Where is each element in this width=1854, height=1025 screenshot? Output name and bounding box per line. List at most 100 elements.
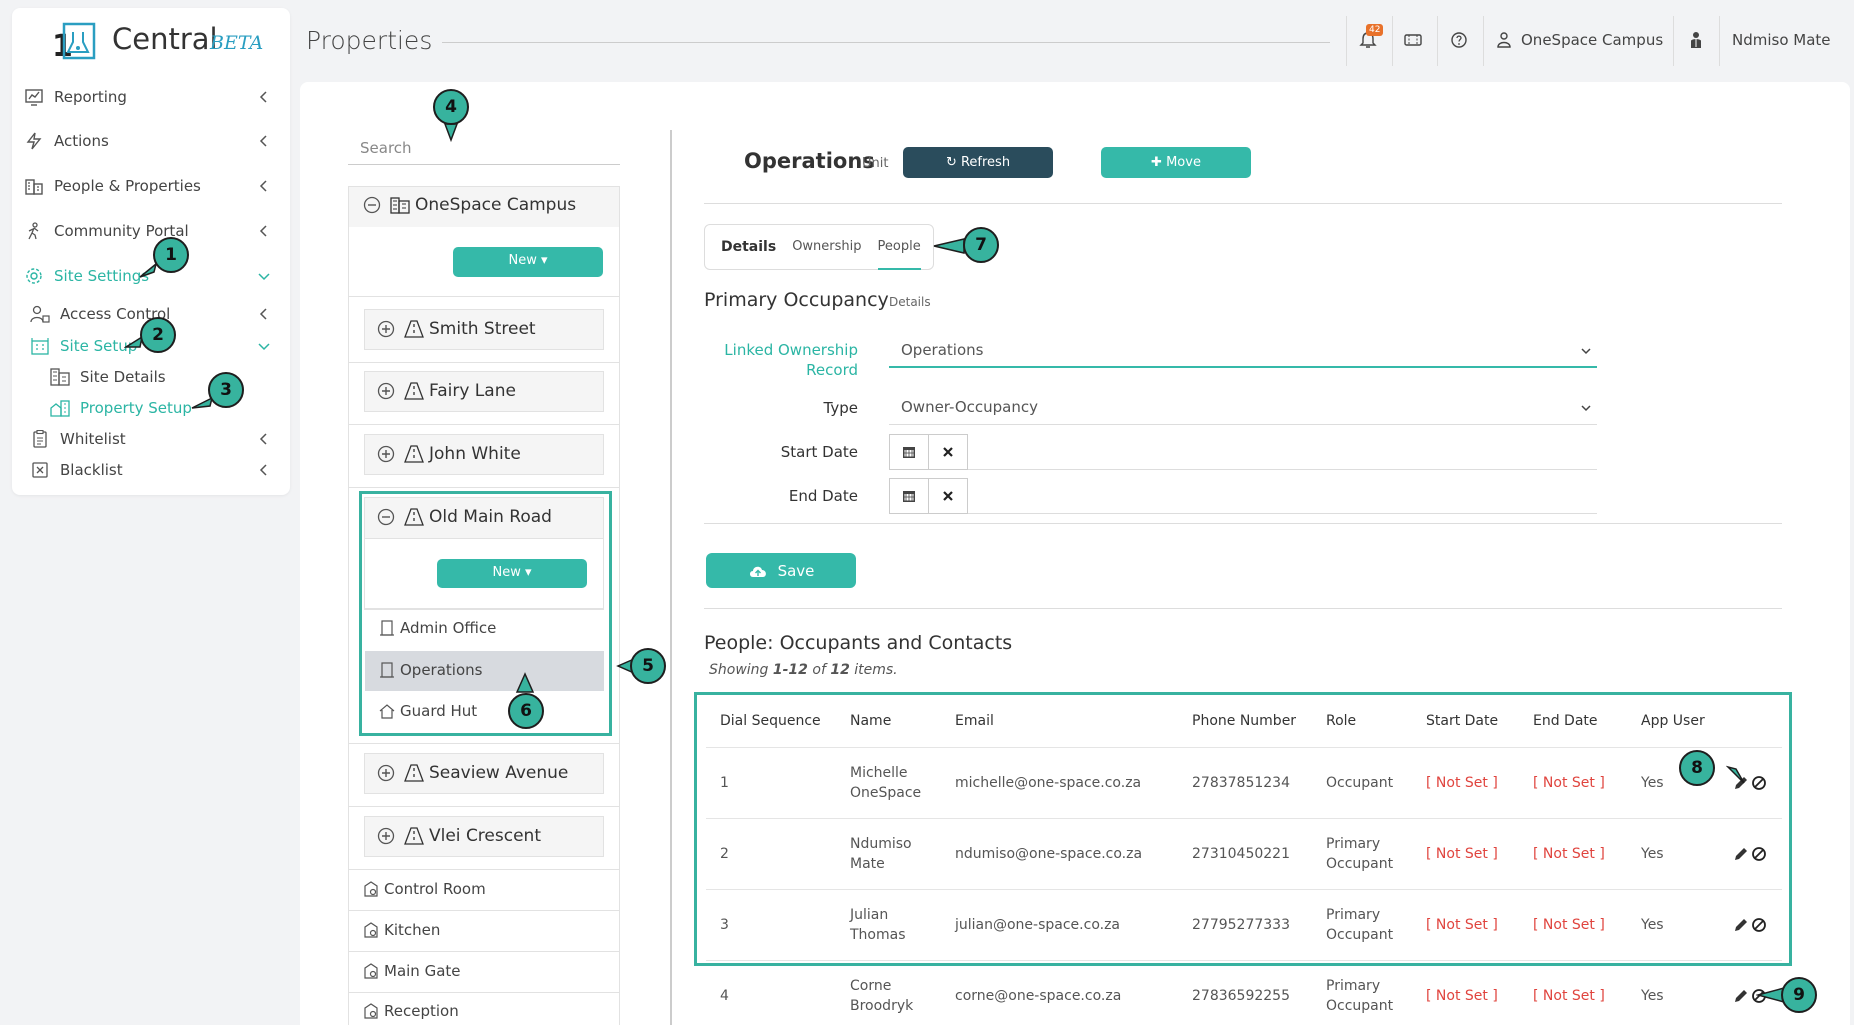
end-date-calendar-button[interactable] [889,478,929,514]
help-icon[interactable] [1449,30,1469,50]
save-button[interactable]: Save [706,553,856,588]
tree-node-label: Seaview Avenue [429,763,569,783]
x-box-icon [30,460,50,480]
column-divider [670,130,672,1025]
type-value: Owner-Occupancy [901,398,1038,416]
sidebar-item-label: People & Properties [54,177,201,195]
chevron-left-icon [259,464,267,476]
close-icon [943,491,953,501]
lightning-icon [24,131,44,151]
road-icon [404,445,424,463]
chevron-left-icon [259,308,267,320]
user-name[interactable]: Ndmiso Mate [1732,31,1831,49]
showing-range: 1-12 [772,662,808,678]
callout-pointer [1726,765,1745,784]
end-date-label: End Date [788,487,858,505]
end-date-input[interactable] [968,513,1597,514]
tab-ownership[interactable]: Ownership [792,224,861,270]
close-icon [943,447,953,457]
tree-node-john-white[interactable]: John White [364,434,604,475]
road-icon [404,320,424,338]
header-separator [1392,16,1393,66]
road-icon [404,764,424,782]
callout-marker: 8 [1679,750,1715,786]
collapse-icon[interactable] [363,196,381,214]
tree-divider [348,743,620,744]
cell-name-line2: Broodryk [850,998,914,1014]
sidebar-item-label: Site Details [80,368,166,386]
tree-leaf-kitchen[interactable]: Kitchen [362,921,440,939]
tree-search-input[interactable]: Search [348,135,620,165]
cell-end-date: [ Not Set ] [1533,988,1605,1004]
cell-seq: 4 [720,988,729,1004]
chevron-left-icon [259,225,267,237]
expand-icon[interactable] [377,827,395,845]
sidebar-item-community-portal[interactable]: Community Portal [24,215,274,247]
expand-icon[interactable] [377,382,395,400]
tree-node-seaview-avenue[interactable]: Seaview Avenue [364,753,604,794]
expand-icon[interactable] [377,764,395,782]
type-select[interactable]: Owner-Occupancy [889,391,1597,425]
tree-leaf-reception[interactable]: Reception [362,1002,459,1020]
tab-people[interactable]: People [877,224,921,270]
cell-name-line1: Corne [850,978,892,994]
ticket-icon[interactable] [1403,30,1423,50]
sidebar-item-blacklist[interactable]: Blacklist [30,454,274,486]
cell-app-user: Yes [1641,988,1664,1004]
people-section-title: People: Occupants and Contacts [704,632,1013,654]
tree-root-node[interactable]: OneSpace Campus [348,186,620,228]
calendar-icon [903,447,915,458]
app-name: Central [112,22,218,56]
linked-ownership-select[interactable]: Operations [889,334,1597,368]
tree-divider [348,424,620,425]
cell-role: Primary Occupant [1326,976,1393,1016]
cell-role-line2: Occupant [1326,998,1394,1014]
chevron-down-icon [1581,348,1591,355]
end-date-clear-button[interactable] [928,478,968,514]
start-date-input[interactable] [968,469,1597,470]
sidebar-item-label: Actions [54,132,109,150]
house-buildings-icon [50,398,70,418]
tree-node-smith-street[interactable]: Smith Street [364,309,604,350]
chevron-left-icon [259,180,267,192]
start-date-clear-button[interactable] [928,434,968,470]
gear-icon [24,266,44,286]
tree-node-fairy-lane[interactable]: Fairy Lane [364,371,604,412]
campus-selector[interactable]: OneSpace Campus [1521,31,1663,49]
tree-node-label: Vlei Crescent [429,826,541,846]
start-date-label: Start Date [780,443,858,461]
sidebar-item-people-properties[interactable]: People & Properties [24,170,274,202]
linked-ownership-label-line1: Linked Ownership [724,341,858,359]
logo-icon: 1 [52,22,96,64]
tree-node-vlei-crescent[interactable]: Vlei Crescent [364,816,604,857]
sidebar-item-label: Blacklist [60,461,123,479]
sidebar-item-label: Whitelist [60,430,126,448]
tree-leaf-label: Main Gate [384,962,461,980]
expand-icon[interactable] [377,320,395,338]
chevron-left-icon [259,91,267,103]
callout-marker: 9 [1781,977,1817,1013]
room-icon [364,922,378,938]
sidebar-item-reporting[interactable]: Reporting [24,81,274,113]
move-button[interactable]: ✚ Move [1101,147,1251,178]
showing-suffix: items. [849,662,898,678]
cell-start-date: [ Not Set ] [1426,988,1498,1004]
linked-ownership-label: Linked Ownership Record [708,341,858,379]
sidebar-item-label: Site Settings [54,267,150,285]
sidebar-item-whitelist[interactable]: Whitelist [30,423,274,455]
road-icon [404,382,424,400]
start-date-calendar-button[interactable] [889,434,929,470]
expand-icon[interactable] [377,445,395,463]
tree-leaf-control-room[interactable]: Control Room [362,880,486,898]
callout-pointer [515,672,535,693]
tab-details[interactable]: Details [721,224,776,270]
section-divider [704,608,1782,609]
unit-type-label: Unit [862,156,889,171]
tree-leaf-main-gate[interactable]: Main Gate [362,962,461,980]
new-button[interactable]: New ▾ [453,247,603,277]
pencil-icon[interactable] [1733,988,1749,1004]
header-separator [1483,16,1484,66]
sidebar-item-actions[interactable]: Actions [24,125,274,157]
refresh-button[interactable]: ↻ Refresh [903,147,1053,178]
detail-tabs: Details Ownership People [704,224,934,270]
